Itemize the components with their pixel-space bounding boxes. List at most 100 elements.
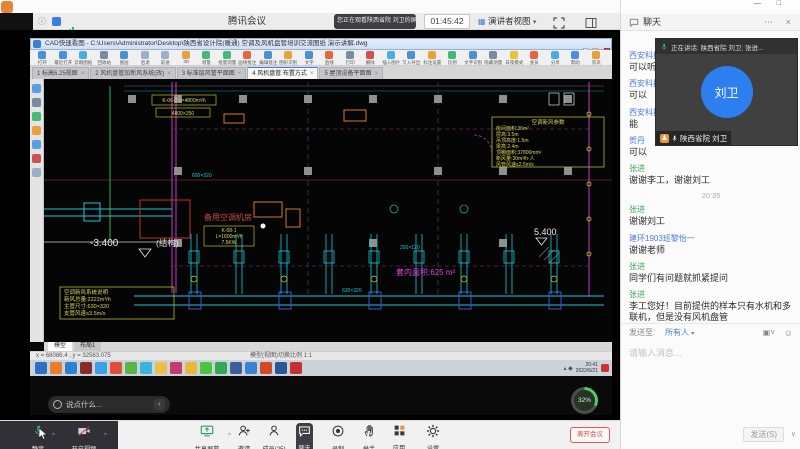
sender-name: 张进 xyxy=(629,204,793,215)
tray-clock[interactable]: 20:41 2022/6/21 xyxy=(576,362,598,374)
taskbar-app-icon[interactable] xyxy=(215,362,227,374)
cad-tool-button[interactable]: 最近打开 xyxy=(53,50,74,66)
collapse-arrow-icon[interactable]: ‹ xyxy=(154,399,165,410)
taskbar-app-icon[interactable] xyxy=(95,362,107,374)
leave-meeting-button[interactable]: 离开会议 xyxy=(570,427,610,443)
cad-tool-button[interactable]: 隐藏测量 xyxy=(483,50,504,66)
cad-tool-button[interactable]: 帮助 xyxy=(565,50,586,66)
taskbar-app-icon[interactable] xyxy=(275,362,287,374)
history-icon[interactable]: ▣˅ xyxy=(763,324,775,342)
cad-tool-button[interactable]: 云端图纸 xyxy=(73,50,94,66)
cad-tool-button[interactable]: 回收站 xyxy=(94,50,115,66)
cad-tool-button[interactable]: 比例 xyxy=(442,50,463,66)
taskbar-app-icon[interactable] xyxy=(125,362,137,374)
cad-tool-button[interactable]: 分享 xyxy=(545,50,566,66)
speaking-banner: 正在讲话: 陕西省院 刘卫; 张进... xyxy=(656,39,797,54)
cad-tool-icon xyxy=(223,51,231,59)
taskbar-app-icon[interactable] xyxy=(170,362,182,374)
send-options-icon[interactable]: ∨ xyxy=(791,430,796,438)
cad-tool-button[interactable]: 写入导出 xyxy=(401,50,422,66)
cad-file-tab[interactable]: 3 标准层风管平面图× xyxy=(177,67,247,79)
cad-file-tab[interactable]: 1 标高6.25视图× xyxy=(32,67,89,79)
view-mode-dropdown[interactable]: ▦ 演讲者视图 ▾ xyxy=(478,14,536,29)
taskbar-app-icon[interactable] xyxy=(245,362,257,374)
side-tool-icon[interactable] xyxy=(32,84,41,93)
more-icon[interactable]: ⋯ xyxy=(764,14,773,30)
cad-tool-button[interactable]: 图形识别 xyxy=(278,50,299,66)
cad-tool-button[interactable]: 前进 xyxy=(155,50,176,66)
cad-tool-button[interactable]: 画线批注 xyxy=(237,50,258,66)
tab-close-icon[interactable]: × xyxy=(310,71,314,77)
cad-tool-button[interactable]: 删除 xyxy=(360,50,381,66)
taskbar-app-icon[interactable] xyxy=(65,362,77,374)
meeting-app-icon[interactable] xyxy=(1,1,13,13)
cad-drawing[interactable]: K-06-3 L=4800m³/h 4800×250 备用空调机房 K-08-1… xyxy=(44,79,612,342)
taskbar-app-icon[interactable] xyxy=(50,362,62,374)
taskbar-app-icon[interactable] xyxy=(110,362,122,374)
spec-line: 顶棚面积:37800mm² xyxy=(496,149,542,156)
cad-tool-button[interactable]: 测量 xyxy=(196,50,217,66)
cad-tool-button[interactable]: 文字 xyxy=(299,50,320,66)
cad-tool-button[interactable]: 打印 xyxy=(340,50,361,66)
side-tool-icon[interactable] xyxy=(32,168,41,177)
sender-name: 张进 xyxy=(629,163,793,174)
tab-close-icon[interactable]: × xyxy=(238,71,242,77)
taskbar-app-icon[interactable] xyxy=(35,362,47,374)
tab-close-icon[interactable]: × xyxy=(81,71,85,77)
side-tool-icon[interactable] xyxy=(32,154,41,163)
chevron-up-icon[interactable]: ^ xyxy=(52,433,55,439)
taskbar-app-icon[interactable] xyxy=(200,362,212,374)
cad-tool-button[interactable]: 资讯 xyxy=(586,50,607,66)
cad-tool-button[interactable]: 插入图片 xyxy=(381,50,402,66)
cad-tool-button[interactable]: 直线 xyxy=(319,50,340,66)
tab-close-icon[interactable]: × xyxy=(374,71,378,77)
notification-badge-icon[interactable] xyxy=(601,364,609,372)
emoji-icon[interactable]: ☺ xyxy=(784,324,793,342)
taskbar-app-icon[interactable] xyxy=(80,362,92,374)
taskbar-app-icon[interactable] xyxy=(155,362,167,374)
send-to-select[interactable]: 所有人 ▾ xyxy=(665,324,694,343)
chevron-up-icon[interactable]: ^ xyxy=(104,433,107,439)
close-icon[interactable]: × xyxy=(786,14,791,30)
cad-tool-button[interactable]: 编辑批注 xyxy=(258,50,279,66)
minimize-button[interactable]: — xyxy=(754,0,761,7)
network-icon[interactable] xyxy=(52,17,61,26)
send-button[interactable]: 发送(S) xyxy=(743,427,784,442)
duct-size-label: 630×320 xyxy=(342,288,362,294)
cad-tool-icon xyxy=(38,51,46,59)
taskbar-app-icon[interactable] xyxy=(140,362,152,374)
side-tool-icon[interactable] xyxy=(32,98,41,107)
side-tool-icon[interactable] xyxy=(32,126,41,135)
info-icon[interactable]: ⓘ xyxy=(38,14,46,29)
taskbar-app-icon[interactable] xyxy=(260,362,272,374)
side-tool-icon[interactable] xyxy=(32,140,41,149)
camera-button[interactable]: 开启视频 xyxy=(62,424,106,449)
settings-button[interactable]: 设置 xyxy=(411,424,455,449)
cad-file-tab[interactable]: 4 风机盘管 布置方式× xyxy=(247,67,318,79)
quick-message-toast[interactable]: 说点什么... ‹ xyxy=(48,396,170,413)
cad-tool-button[interactable]: 批量测量 xyxy=(217,50,238,66)
model-tab[interactable]: 模型 xyxy=(48,342,72,351)
cad-window-titlebar[interactable]: CAD快速看图 - C:\Users\Administrator\Desktop… xyxy=(30,38,612,50)
speaker-video-thumbnail[interactable]: 正在讲话: 陕西省院 刘卫; 张进... 刘卫 ♟ 陕西省院 刘卫 xyxy=(655,38,798,146)
cad-tool-button[interactable]: 标注设置 xyxy=(422,50,443,66)
restore-button[interactable]: □ xyxy=(777,0,781,7)
watching-pill[interactable]: 您正在观看陕西省院 刘卫的屏幕 ≡ xyxy=(334,14,416,29)
cad-tool-button[interactable]: 后退 xyxy=(135,50,156,66)
cad-tool-button[interactable]: 文字识别 xyxy=(463,50,484,66)
cad-tool-button[interactable]: 打开 xyxy=(32,50,53,66)
taskbar-app-icon[interactable] xyxy=(230,362,242,374)
side-tool-icon[interactable] xyxy=(32,112,41,121)
message-input[interactable] xyxy=(629,346,793,360)
cad-tool-button[interactable]: 3D xyxy=(176,50,197,65)
cad-file-tab[interactable]: 2 风机盘管加新风系统(改)× xyxy=(90,67,176,79)
cad-tool-button[interactable]: 图层 xyxy=(114,50,135,66)
cad-file-tab[interactable]: 5 屋顶设备平面图× xyxy=(319,67,383,79)
taskbar-app-icon[interactable] xyxy=(290,362,302,374)
layout-tab[interactable]: 布局1 xyxy=(74,342,101,351)
taskbar-app-icon[interactable] xyxy=(185,362,197,374)
cad-tool-button[interactable]: 日夜模式 xyxy=(504,50,525,66)
cad-tool-button[interactable]: 会员 xyxy=(524,50,545,66)
tray-icons[interactable]: ▴ ◆ xyxy=(563,365,572,372)
tab-close-icon[interactable]: × xyxy=(167,71,171,77)
